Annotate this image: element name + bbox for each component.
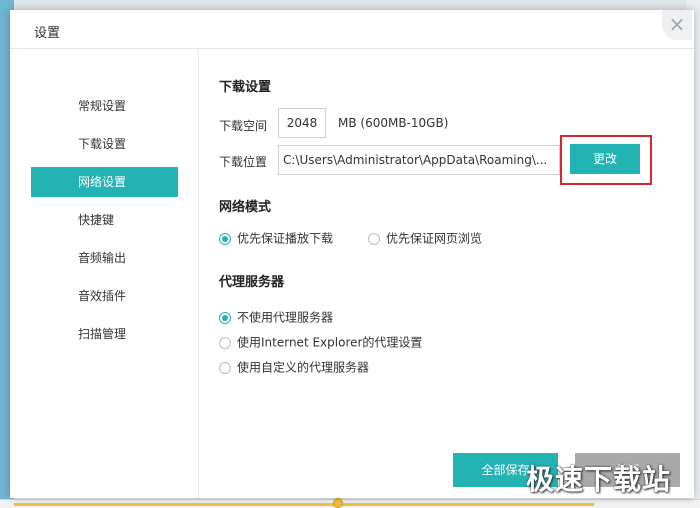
sidebar-item-audio-output[interactable]: 音频输出 [31,243,178,273]
watermark-text: 极速下载站 [526,463,672,496]
settings-sidebar: 常规设置 下载设置 网络设置 快捷键 音频输出 音效插件 扫描管理 [10,49,199,498]
network-mode-title: 网络模式 [219,200,272,215]
download-space-hint: MB (600MB-10GB) [338,116,449,130]
sidebar-item-shortcuts[interactable]: 快捷键 [31,205,178,235]
network-mode-option-label: 优先保证网页浏览 [386,231,483,246]
sidebar-item-network[interactable]: 网络设置 [31,167,178,197]
network-mode-option-playback[interactable]: 优先保证播放下载 [219,230,333,246]
sidebar-item-general[interactable]: 常规设置 [31,91,178,121]
proxy-section-title: 代理服务器 [219,275,285,290]
background-seek-bar [14,503,594,506]
radio-unchecked-icon[interactable] [219,336,231,349]
download-location-label: 下载位置 [219,155,268,169]
network-mode-option-browsing[interactable]: 优先保证网页浏览 [368,230,482,246]
background-seek-knob [333,498,343,508]
radio-unchecked-icon[interactable] [219,361,231,374]
network-mode-option-label: 优先保证播放下载 [237,231,334,246]
settings-dialog: 设置 × 常规设置 下载设置 网络设置 快捷键 音频输出 音效插件 扫描管理 下… [10,10,694,498]
settings-content: 下载设置 下载空间 2048 MB (600MB-10GB) 下载位置 C:\U… [198,49,694,498]
proxy-option-label: 使用Internet Explorer的代理设置 [237,335,423,350]
sidebar-item-scan-management[interactable]: 扫描管理 [31,319,178,349]
proxy-option-ie[interactable]: 使用Internet Explorer的代理设置 [219,334,422,350]
title-bar: 设置 × [10,10,694,49]
radio-unchecked-icon[interactable] [368,232,380,245]
download-section-title: 下载设置 [219,80,272,95]
download-space-label: 下载空间 [219,119,268,133]
dialog-title: 设置 [34,26,61,41]
close-icon[interactable]: × [662,10,692,40]
proxy-option-custom[interactable]: 使用自定义的代理服务器 [219,359,369,375]
radio-checked-icon[interactable] [219,232,231,245]
sidebar-item-sound-plugins[interactable]: 音效插件 [31,281,178,311]
proxy-option-none[interactable]: 不使用代理服务器 [219,309,333,325]
radio-checked-icon[interactable] [219,311,231,324]
proxy-option-label: 不使用代理服务器 [237,310,334,325]
download-location-field[interactable]: C:\Users\Administrator\AppData\Roaming\.… [278,145,560,175]
proxy-option-label: 使用自定义的代理服务器 [237,360,370,375]
sidebar-item-download[interactable]: 下载设置 [31,129,178,159]
download-space-input[interactable]: 2048 [278,108,326,138]
change-location-button[interactable]: 更改 [570,144,640,174]
